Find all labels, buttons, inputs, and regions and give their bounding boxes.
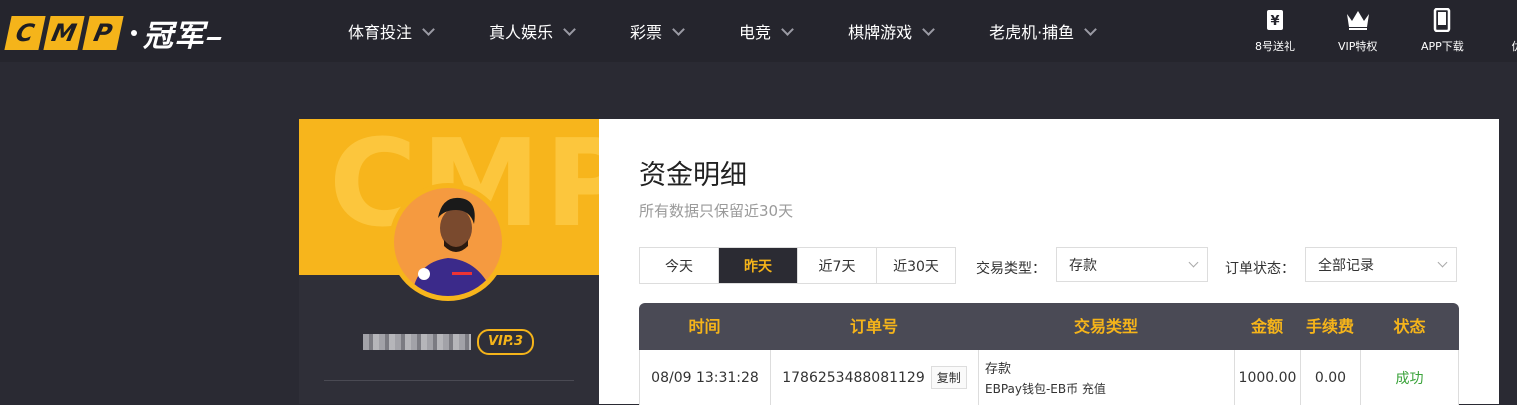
transaction-type-main: 存款 xyxy=(985,358,1011,377)
more-icon xyxy=(1506,8,1517,32)
nav-item-lottery[interactable]: 彩票 xyxy=(630,19,683,43)
logo-letter-m: M xyxy=(43,16,84,50)
quick-link-label: 8号送礼 xyxy=(1255,38,1295,54)
column-header-time: 时间 xyxy=(639,303,770,350)
logo-dash xyxy=(206,37,221,40)
copy-button[interactable]: 复制 xyxy=(931,366,967,389)
table-header: 时间 订单号 交易类型 金额 手续费 状态 xyxy=(639,303,1459,350)
vip-level-badge: VIP.3 xyxy=(477,329,534,355)
transaction-type-select[interactable]: 存款 xyxy=(1056,247,1208,282)
quick-link-gift[interactable]: ¥ 8号送礼 xyxy=(1255,8,1295,54)
nav-item-slots-fishing[interactable]: 老虎机·捕鱼 xyxy=(989,19,1095,43)
nav-item-label: 棋牌游戏 xyxy=(848,19,912,43)
logo-letter-p: P xyxy=(82,16,123,50)
crown-icon xyxy=(1345,8,1371,32)
quick-link-label: APP下载 xyxy=(1421,38,1464,54)
quick-link-label: 优 xyxy=(1512,38,1517,54)
chevron-down-icon xyxy=(1189,258,1199,268)
nav-item-esports[interactable]: 电竞 xyxy=(739,19,792,43)
chevron-down-icon xyxy=(563,23,576,36)
cell-status: 成功 xyxy=(1361,350,1458,405)
profile-divider xyxy=(324,380,574,381)
tab-last-7-days[interactable]: 近7天 xyxy=(798,248,877,283)
phone-icon xyxy=(1431,8,1453,32)
cell-time: 08/09 13:31:28 xyxy=(640,350,771,405)
page-subtitle: 所有数据只保留近30天 xyxy=(639,200,793,221)
table-row: 08/09 13:31:28 1786253488081129 复制 存款 EB… xyxy=(639,350,1459,405)
fund-details-panel: 资金明细 所有数据只保留近30天 今天 昨天 近7天 近30天 交易类型： 存款… xyxy=(599,119,1499,404)
column-header-fee: 手续费 xyxy=(1300,303,1360,350)
chevron-down-icon xyxy=(422,23,435,36)
nav-item-sports[interactable]: 体育投注 xyxy=(348,19,433,43)
transaction-type-value: 存款 xyxy=(1069,255,1097,275)
cell-order-no: 1786253488081129 复制 xyxy=(771,350,979,405)
order-number: 1786253488081129 xyxy=(782,370,925,386)
quick-link-label: VIP特权 xyxy=(1338,38,1377,54)
profile-card: CMP VIP.3 xyxy=(299,119,599,404)
cell-fee: 0.00 xyxy=(1301,350,1361,405)
tab-today[interactable]: 今天 xyxy=(640,248,719,283)
nav-item-label: 体育投注 xyxy=(348,19,412,43)
quick-link-app[interactable]: APP下载 xyxy=(1421,8,1464,54)
nav-item-card-games[interactable]: 棋牌游戏 xyxy=(848,19,933,43)
transaction-type-detail: EBPay钱包-EB币 充值 xyxy=(985,380,1106,397)
cell-transaction-type: 存款 EBPay钱包-EB币 充值 xyxy=(979,350,1235,405)
nav-item-label: 老虎机·捕鱼 xyxy=(989,19,1074,43)
column-header-amount: 金额 xyxy=(1234,303,1300,350)
chevron-down-icon xyxy=(1438,258,1448,268)
top-navigation-bar: C M P 冠军 体育投注 真人娱乐 彩票 电竞 棋牌游戏 老虎机·捕鱼 xyxy=(0,0,1517,62)
transaction-type-label: 交易类型： xyxy=(976,258,1046,278)
username-blurred xyxy=(363,334,471,350)
main-nav: 体育投注 真人娱乐 彩票 电竞 棋牌游戏 老虎机·捕鱼 xyxy=(348,0,1151,62)
avatar-image xyxy=(394,188,502,296)
cell-amount: 1000.00 xyxy=(1235,350,1301,405)
page-title: 资金明细 xyxy=(639,153,747,192)
tab-yesterday[interactable]: 昨天 xyxy=(719,248,798,283)
nav-item-label: 彩票 xyxy=(630,19,662,43)
cmp-logo[interactable]: C M P 冠军 xyxy=(8,11,221,55)
quick-link-vip[interactable]: VIP特权 xyxy=(1338,8,1377,54)
nav-item-label: 电竞 xyxy=(739,19,771,43)
avatar[interactable] xyxy=(389,183,507,301)
order-status-select[interactable]: 全部记录 xyxy=(1305,247,1457,282)
chevron-down-icon xyxy=(781,23,794,36)
column-header-order-no: 订单号 xyxy=(770,303,978,350)
chevron-down-icon xyxy=(672,23,685,36)
svg-text:¥: ¥ xyxy=(1270,14,1279,29)
tab-last-30-days[interactable]: 近30天 xyxy=(877,248,955,283)
logo-letter-c: C xyxy=(4,16,45,50)
yen-icon: ¥ xyxy=(1264,8,1286,32)
order-status-value: 全部记录 xyxy=(1318,255,1374,275)
nav-item-live-casino[interactable]: 真人娱乐 xyxy=(489,19,574,43)
transactions-table: 时间 订单号 交易类型 金额 手续费 状态 08/09 13:31:28 178… xyxy=(639,303,1459,405)
logo-dot xyxy=(131,30,137,36)
order-status-label: 订单状态： xyxy=(1225,258,1295,278)
column-header-status: 状态 xyxy=(1360,303,1459,350)
chevron-down-icon xyxy=(1084,23,1097,36)
player-portrait-icon xyxy=(394,188,502,296)
logo-chinese-text: 冠军 xyxy=(143,11,205,55)
chevron-down-icon xyxy=(922,23,935,36)
nav-item-label: 真人娱乐 xyxy=(489,19,553,43)
column-header-transaction-type: 交易类型 xyxy=(978,303,1234,350)
date-range-tabs: 今天 昨天 近7天 近30天 xyxy=(639,247,956,284)
quick-link-more[interactable]: 优 xyxy=(1506,8,1517,54)
